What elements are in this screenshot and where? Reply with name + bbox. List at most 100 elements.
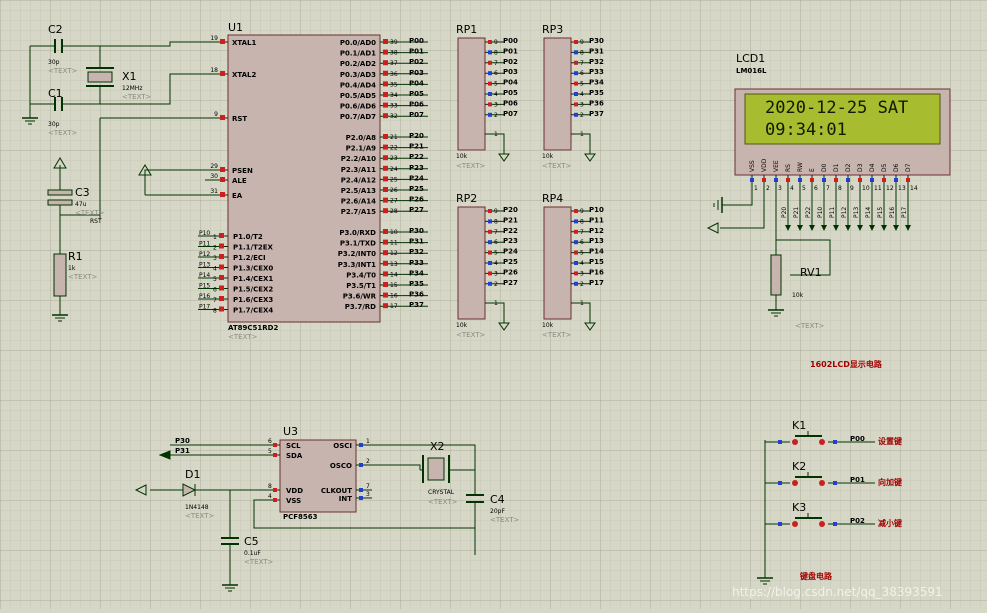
u1-pin-marker: [383, 155, 388, 161]
rp-pin-marker: [488, 92, 492, 96]
rp-pin-number: 7: [580, 60, 584, 67]
rp-pin-number: 6: [580, 239, 584, 246]
rp1-value: 10k: [456, 153, 468, 160]
lcd-pin-name: VSS: [749, 160, 756, 172]
u1-pin-marker: [383, 49, 388, 55]
u1-pin-marker: [219, 275, 224, 280]
u1-pin-name: P3.5/T1: [346, 282, 376, 290]
lcd-part: LM016L: [736, 67, 767, 75]
rp-pin-number: 3: [494, 270, 498, 277]
rp-pin-number: 5: [494, 81, 498, 88]
u1-pin-number: 29: [210, 163, 218, 170]
u3-pin-name: CLKOUT: [321, 487, 352, 495]
u1-pin-marker: [383, 81, 388, 87]
key-pin-marker: [833, 481, 837, 485]
u1-p1-net: P13: [199, 262, 210, 269]
rp-pin-marker: [488, 112, 492, 117]
u1-pin-net: P37: [409, 301, 424, 309]
x2-text: <TEXT>: [428, 498, 458, 506]
u1-pin-name: P3.1/TXD: [340, 240, 376, 248]
rp-pin-number: 5: [494, 250, 498, 257]
u1-pin-name: P3.6/WR: [343, 293, 377, 301]
lcd-pin-number: 10: [862, 185, 870, 192]
u3-pin-name: SDA: [286, 452, 303, 460]
rp-pin-number: 8: [494, 49, 498, 56]
c1-value: 30p: [48, 121, 60, 128]
lcd-pin-name: D7: [905, 163, 912, 172]
key-contact: [819, 439, 825, 445]
u3-part: PCF8563: [283, 513, 318, 521]
u1-pin-number: 22: [390, 145, 398, 152]
rp-pin-marker: [574, 60, 578, 65]
rp-pin-marker: [488, 71, 492, 76]
rp-pin-number: 6: [580, 70, 584, 77]
rp-pin-marker: [488, 240, 492, 245]
rst-net-label: RST: [90, 218, 102, 225]
u1-pin-number: 25: [390, 176, 398, 183]
u1-pin-number: 2: [213, 245, 217, 252]
u1-p1-net: P10: [199, 230, 210, 237]
key-contact: [792, 480, 798, 486]
u1-pin-net: P25: [409, 185, 424, 193]
u1-pin-number: 36: [390, 71, 398, 78]
rp-net-label: P10: [589, 206, 604, 214]
rv1-text: <TEXT>: [795, 322, 825, 330]
c5-ref: C5: [244, 535, 259, 548]
schematic-svg: C2 30p <TEXT> C1 30p <TEXT> X1 12MHz <TE…: [0, 0, 987, 609]
rp3-text: <TEXT>: [542, 162, 572, 170]
lcd-net-label: P10: [817, 207, 824, 218]
rv1-value: 10k: [792, 292, 804, 299]
rtc-net-p30: P30: [175, 437, 190, 445]
x1-value: 12MHz: [122, 85, 142, 92]
u1-pin-number: 35: [390, 81, 398, 88]
lcd-pin-number: 13: [898, 185, 906, 192]
key-contact: [819, 521, 825, 527]
rp-net-label: P25: [503, 258, 518, 266]
u3-pin-number: 7: [366, 483, 370, 490]
rp-pin-marker: [574, 281, 578, 286]
u1-p1-net: P14: [199, 272, 210, 279]
u1-pin-marker: [383, 260, 388, 266]
u1-pin-marker: [219, 243, 224, 249]
rp2-body: [457, 206, 486, 320]
rp-net-label: P04: [503, 79, 518, 87]
lcd-pin-marker: [762, 178, 766, 182]
u1-pin-name: XTAL1: [232, 39, 257, 47]
lcd-pin-number: 1: [754, 185, 758, 192]
key-net-label: P00: [850, 435, 865, 443]
lcd-net-label: P20: [781, 207, 788, 218]
c1-ref: C1: [48, 87, 63, 100]
rp-pin-number: 6: [494, 239, 498, 246]
u1-pin-net: P05: [409, 90, 424, 98]
u1-pin-number: 14: [390, 271, 398, 278]
rp-pin-marker: [574, 112, 578, 117]
u1-pin-net: P26: [409, 196, 424, 204]
u1-pin-name: P0.2/AD2: [340, 60, 376, 68]
lcd-net-label: P14: [865, 207, 872, 218]
u1-pin-name: P1.1/T2EX: [233, 244, 274, 252]
u1-pin-name: P2.3/A11: [341, 166, 376, 174]
u1-pin-marker: [383, 303, 388, 309]
rp-net-label: P02: [503, 58, 518, 66]
u1-pin-number: 32: [390, 113, 398, 120]
u1-pin-marker: [383, 144, 388, 150]
lcd-pin-name: RW: [797, 162, 804, 172]
u1-pin-number: 30: [210, 173, 218, 180]
u1-pin-net: P36: [409, 291, 424, 299]
d1-value: 1N4148: [185, 504, 209, 511]
u1-pin-marker: [383, 187, 388, 192]
rp-pin-number: 2: [494, 281, 498, 288]
u1-pin-marker: [383, 208, 388, 214]
u3-pin-number: 8: [268, 483, 272, 490]
lcd-pin-marker: [870, 178, 874, 182]
rp-pin-number: 4: [494, 91, 498, 98]
rp2-text: <TEXT>: [456, 331, 486, 339]
c2-text: <TEXT>: [48, 67, 78, 75]
key-pin-marker: [778, 481, 782, 485]
u1-pin-marker: [383, 39, 388, 44]
u1-pin-name: P3.3/INT1: [338, 261, 376, 269]
u1-pin-name: P1.0/T2: [233, 233, 263, 241]
rp-net-label: P26: [503, 268, 518, 276]
u1-pin-name: P2.1/A9: [346, 145, 377, 153]
u1-pin-marker: [220, 167, 225, 172]
